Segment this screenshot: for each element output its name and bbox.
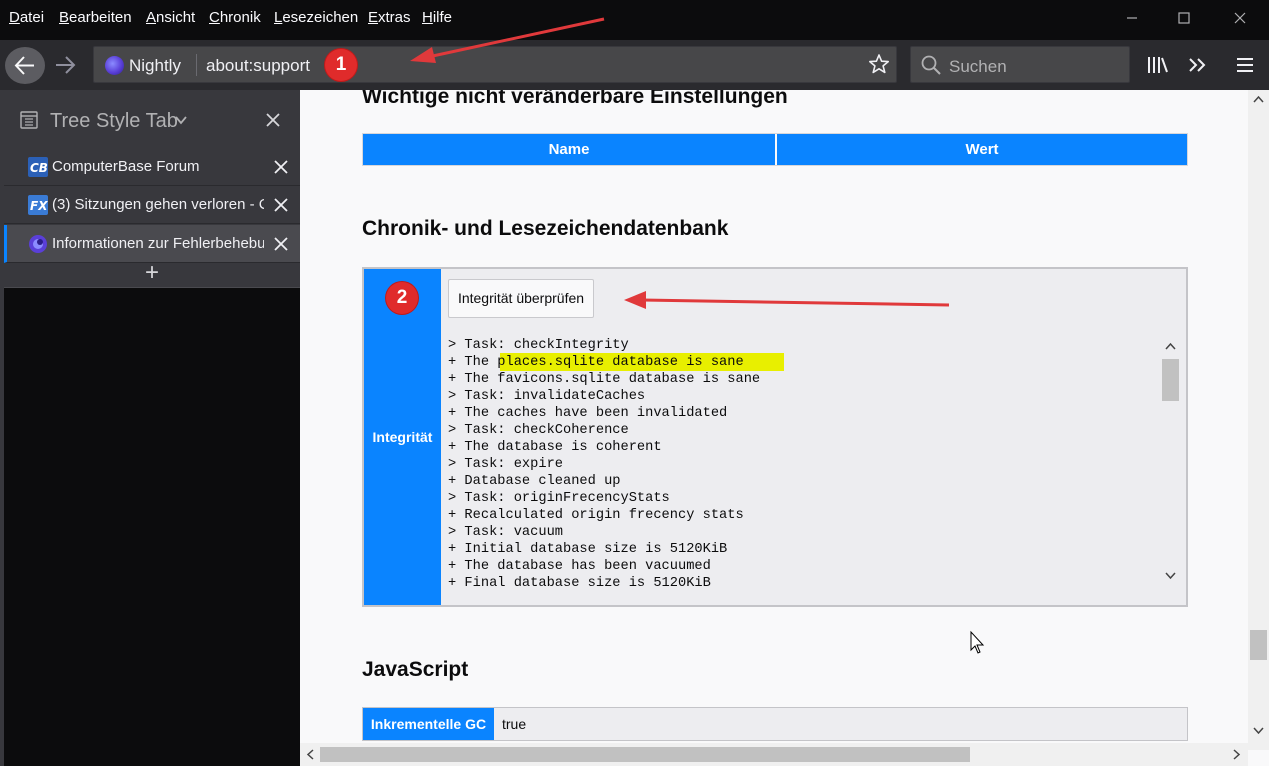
menu-chronik[interactable]: Chronik xyxy=(209,8,261,28)
tab-item[interactable]: FX (3) Sitzungen gehen verloren - C xyxy=(4,186,300,224)
firefox-forum-icon: FX xyxy=(28,195,48,215)
log-line: > Task: originFrecencyStats xyxy=(448,491,670,506)
search-bar[interactable]: Suchen xyxy=(910,46,1130,83)
tab-label: Informationen zur Fehlerbehebu xyxy=(52,235,264,252)
log-line: + Initial database size is 5120KiB xyxy=(448,542,728,557)
sidebar-title[interactable]: Tree Style Tab xyxy=(50,110,178,132)
forward-button[interactable] xyxy=(52,50,80,80)
log-line: + The places.sqlite database is sane xyxy=(448,355,744,370)
log-scrollbar[interactable] xyxy=(1160,337,1181,587)
log-line: + Final database size is 5120KiB xyxy=(448,576,711,587)
url-bar[interactable]: Nightly about:support xyxy=(93,46,897,83)
close-window-button[interactable] xyxy=(1228,6,1252,30)
browser-window: { "menubar": { "items": ["Datei", "Bearb… xyxy=(0,0,1269,766)
scroll-up-icon[interactable] xyxy=(1165,341,1176,351)
url-separator xyxy=(196,54,197,76)
log-line: + The database is coherent xyxy=(448,440,662,455)
nightly-logo-icon xyxy=(105,56,124,75)
log-line: + The caches have been invalidated xyxy=(448,406,728,421)
scroll-right-icon[interactable] xyxy=(1232,749,1242,760)
menu-lesezeichen[interactable]: Lesezeichen xyxy=(274,8,358,28)
tab-item-active[interactable]: Informationen zur Fehlerbehebu xyxy=(4,225,300,263)
menu-bearbeiten[interactable]: Bearbeiten xyxy=(59,8,132,28)
annotation-badge-1: 1 xyxy=(325,49,357,81)
arrow-right-icon xyxy=(56,56,76,74)
page-horizontal-scrollbar-thumb[interactable] xyxy=(320,747,970,762)
search-icon xyxy=(921,55,941,75)
chevron-down-icon[interactable] xyxy=(174,113,188,127)
log-line: + Database cleaned up xyxy=(448,474,621,489)
integrity-table: Integrität Integrität überprüfen > Task:… xyxy=(362,267,1188,607)
log-line: > Task: vacuum xyxy=(448,525,563,540)
tab-close-icon[interactable] xyxy=(272,196,290,214)
nav-toolbar: Nightly about:support Suchen xyxy=(0,40,1269,90)
log-line: > Task: checkCoherence xyxy=(448,423,629,438)
hamburger-menu-icon[interactable] xyxy=(1232,52,1258,78)
scroll-left-icon[interactable] xyxy=(305,749,315,760)
svg-text:CB: CB xyxy=(30,161,48,175)
back-button[interactable] xyxy=(5,47,45,84)
svg-text:FX: FX xyxy=(30,199,48,213)
page-vertical-scrollbar-thumb[interactable] xyxy=(1250,630,1267,660)
tab-item[interactable]: CB ComputerBase Forum xyxy=(4,148,300,186)
log-scrollbar-thumb[interactable] xyxy=(1162,359,1179,401)
integrity-row-label: Integrität xyxy=(364,269,441,605)
integrity-log[interactable]: > Task: checkIntegrity + The places.sqli… xyxy=(448,337,1183,587)
new-tab-button[interactable]: + xyxy=(4,261,300,286)
scroll-down-icon[interactable] xyxy=(1253,726,1264,736)
log-line: + Recalculated origin frecency stats xyxy=(448,508,744,523)
page-vertical-scrollbar[interactable] xyxy=(1248,90,1269,750)
section-title-prefs: Wichtige nicht veränderbare Einstellunge… xyxy=(362,90,788,108)
js-table-row: Inkrementelle GC true xyxy=(362,707,1188,741)
scroll-up-icon[interactable] xyxy=(1253,94,1264,104)
js-key: Inkrementelle GC xyxy=(363,708,494,740)
page-horizontal-scrollbar[interactable] xyxy=(300,743,1248,766)
js-value: true xyxy=(502,716,527,732)
annotation-badge-2: 2 xyxy=(386,282,418,314)
sidebar-close-icon[interactable] xyxy=(263,110,283,130)
tree-style-tab-icon xyxy=(20,111,38,129)
close-icon xyxy=(1234,12,1246,24)
maximize-icon xyxy=(1178,12,1190,24)
bookmark-star-icon[interactable] xyxy=(868,53,890,75)
sidebar: Tree Style Tab CB ComputerBase Forum FX xyxy=(0,90,300,766)
menu-datei[interactable]: Datei xyxy=(9,8,44,28)
identity-label[interactable]: Nightly xyxy=(129,56,181,76)
tab-label: ComputerBase Forum xyxy=(52,158,200,175)
prefs-table-header: Name Wert xyxy=(362,133,1188,166)
search-placeholder: Suchen xyxy=(949,57,1007,76)
minimize-icon xyxy=(1127,17,1137,19)
column-header-name: Name xyxy=(548,141,590,158)
section-title-places: Chronik- und Lesezeichendatenbank xyxy=(362,217,729,240)
page-content: Wichtige nicht veränderbare Einstellunge… xyxy=(300,90,1269,766)
arrow-left-icon xyxy=(14,56,34,75)
check-integrity-button[interactable]: Integrität überprüfen xyxy=(448,279,594,318)
menubar: Datei Bearbeiten Ansicht Chronik Lesezei… xyxy=(0,0,1269,36)
url-text[interactable]: about:support xyxy=(206,56,310,76)
library-icon[interactable] xyxy=(1145,52,1171,78)
section-title-javascript: JavaScript xyxy=(362,658,469,681)
log-line: + The database has been vacuumed xyxy=(448,559,711,574)
menu-hilfe[interactable]: Hilfe xyxy=(422,8,452,28)
computerbase-icon: CB xyxy=(28,157,48,177)
tab-close-icon[interactable] xyxy=(272,158,290,176)
tab-label: (3) Sitzungen gehen verloren - C xyxy=(52,196,264,213)
scroll-down-icon[interactable] xyxy=(1165,571,1176,581)
maximize-button[interactable] xyxy=(1172,6,1196,30)
menu-ansicht[interactable]: Ansicht xyxy=(146,8,195,28)
log-line: > Task: invalidateCaches xyxy=(448,389,646,404)
nightly-icon xyxy=(29,235,47,253)
sidebar-empty-area xyxy=(4,287,300,766)
overflow-chevron-icon[interactable] xyxy=(1185,52,1211,78)
log-line: + The favicons.sqlite database is sane xyxy=(448,372,761,387)
tab-close-icon[interactable] xyxy=(272,235,290,253)
sidebar-header: Tree Style Tab xyxy=(0,90,300,148)
menu-extras[interactable]: Extras xyxy=(368,8,411,28)
log-line: > Task: expire xyxy=(448,457,563,472)
minimize-button[interactable] xyxy=(1120,6,1144,30)
log-line: > Task: checkIntegrity xyxy=(448,338,629,353)
column-header-value: Wert xyxy=(965,141,999,158)
